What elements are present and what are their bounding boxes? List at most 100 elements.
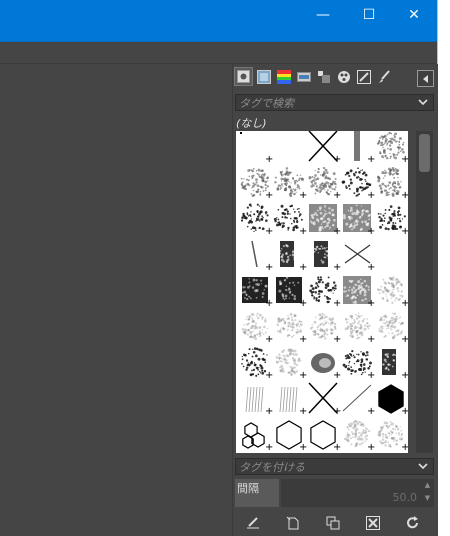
brush-grid-scrollbar[interactable] xyxy=(416,131,433,453)
brush-thumbnail[interactable]: + xyxy=(379,385,408,417)
svg-text:+: + xyxy=(333,298,341,309)
minimize-button[interactable]: — xyxy=(300,0,346,30)
new-brush-icon xyxy=(286,516,300,530)
svg-text:+: + xyxy=(265,370,273,381)
brush-thumbnail[interactable]: + xyxy=(343,385,375,417)
assign-tag-field[interactable]: タグを付ける xyxy=(235,458,434,475)
brush-thumbnail[interactable]: + xyxy=(276,313,307,345)
brush-thumbnail[interactable]: + xyxy=(274,167,307,201)
triangle-left-icon xyxy=(422,75,430,83)
brush-actions-bar xyxy=(233,510,438,536)
dock-menu-button[interactable] xyxy=(417,70,434,87)
gradients-icon xyxy=(277,70,291,84)
brush-thumbnail[interactable]: + xyxy=(276,348,308,381)
brush-thumbnail[interactable]: + xyxy=(314,241,342,273)
brush-thumbnail[interactable]: + xyxy=(378,421,408,453)
paint-dynamics-tab[interactable] xyxy=(355,68,372,85)
brush-thumbnail[interactable]: + xyxy=(343,204,375,237)
brush-thumbnail[interactable]: + xyxy=(311,421,341,453)
brush-thumbnail[interactable]: + xyxy=(242,277,274,309)
brush-thumbnail[interactable]: + xyxy=(280,387,307,417)
brush-thumbnail[interactable]: + xyxy=(354,131,375,165)
svg-text:+: + xyxy=(333,226,341,237)
patterns-tab[interactable] xyxy=(255,68,272,85)
brush-thumbnail[interactable]: + xyxy=(278,241,307,273)
svg-text:+: + xyxy=(333,190,341,201)
brush-thumbnail[interactable]: + xyxy=(277,421,307,453)
duplicate-brush-button[interactable] xyxy=(313,510,353,536)
brush-thumbnail[interactable]: + xyxy=(377,276,408,309)
brush-thumbnail[interactable]: + xyxy=(252,241,273,273)
spacing-value[interactable]: 50.0 xyxy=(281,479,421,507)
brush-thumbnail[interactable]: + xyxy=(310,313,342,345)
brush-thumbnail[interactable]: + xyxy=(344,420,375,453)
svg-text:+: + xyxy=(401,190,408,201)
spacing-label: 間隔 xyxy=(235,479,279,507)
brush-thumbnail[interactable]: + xyxy=(377,132,408,165)
brush-thumbnail[interactable]: + xyxy=(309,204,341,237)
brush-thumbnail[interactable]: + xyxy=(241,168,274,201)
brush-thumbnail[interactable]: + xyxy=(378,312,408,345)
svg-text:+: + xyxy=(401,370,408,381)
new-brush-button[interactable] xyxy=(273,510,313,536)
maximize-button[interactable]: ☐ xyxy=(346,0,392,30)
svg-text:+: + xyxy=(401,226,408,237)
refresh-brushes-button[interactable] xyxy=(393,510,433,536)
brush-thumbnail[interactable]: + xyxy=(343,276,375,309)
image-canvas-area[interactable] xyxy=(0,64,232,536)
svg-text:+: + xyxy=(299,334,307,345)
close-icon: ✕ xyxy=(408,7,420,23)
brush-thumbnail[interactable]: + xyxy=(342,167,376,201)
patterns-icon xyxy=(257,70,271,84)
tag-search-field[interactable]: タグで検索 xyxy=(235,94,434,111)
svg-text:+: + xyxy=(367,262,375,273)
svg-text:+: + xyxy=(333,334,341,345)
scrollbar-thumb[interactable] xyxy=(419,134,430,172)
brush-thumbnail[interactable]: + xyxy=(241,347,273,381)
brush-thumbnail[interactable]: + xyxy=(309,383,341,417)
brush-thumbnail[interactable]: + xyxy=(246,387,273,417)
svg-text:+: + xyxy=(265,442,273,453)
brush-thumbnail[interactable]: + xyxy=(345,313,376,345)
brush-thumbnail[interactable]: + xyxy=(378,205,408,237)
brush-thumbnail[interactable]: + xyxy=(382,349,408,381)
mypaint-brushes-tab[interactable] xyxy=(375,68,392,85)
brushes-dock-panel: タグで検索 (なし) + + + + + + + + + + + + + + + + + + + + + + + + + + + + +… xyxy=(232,64,438,536)
svg-text:+: + xyxy=(299,298,307,309)
brush-thumbnail[interactable]: + xyxy=(345,245,375,273)
brush-thumbnail[interactable]: + xyxy=(243,423,274,453)
brush-thumbnail[interactable]: + xyxy=(309,167,342,201)
palettes-icon xyxy=(297,70,311,84)
brush-thumbnail[interactable]: + xyxy=(311,353,341,381)
brush-thumbnail[interactable]: + xyxy=(242,313,274,345)
svg-text:+: + xyxy=(367,406,375,417)
brushes-tab[interactable] xyxy=(235,68,252,85)
spacing-control[interactable]: 間隔 50.0 ▲ ▼ xyxy=(235,479,434,507)
dock-tab-bar xyxy=(235,68,392,88)
brush-thumbnail[interactable]: + xyxy=(240,132,273,165)
svg-text:+: + xyxy=(401,334,408,345)
svg-text:+: + xyxy=(367,370,375,381)
chevron-down-icon[interactable] xyxy=(418,97,428,107)
brush-thumbnail[interactable]: + xyxy=(343,350,376,381)
brush-thumbnail[interactable]: + xyxy=(276,277,307,309)
edit-brush-button[interactable] xyxy=(233,510,273,536)
svg-text:+: + xyxy=(401,442,408,453)
tool-presets-tab[interactable] xyxy=(335,68,352,85)
fonts-tab[interactable] xyxy=(315,68,332,85)
palettes-tab[interactable] xyxy=(295,68,312,85)
brush-thumbnail[interactable]: + xyxy=(377,167,408,201)
svg-text:+: + xyxy=(333,406,341,417)
brush-thumbnail[interactable]: + xyxy=(274,205,308,237)
delete-brush-button[interactable] xyxy=(353,510,393,536)
svg-text:+: + xyxy=(401,298,408,309)
close-button[interactable]: ✕ xyxy=(391,0,437,30)
brush-thumbnail[interactable]: + xyxy=(309,276,341,309)
brush-grid[interactable]: + + + + + + + + + + + + + + + + + + + + + + + + + + + + + + + + + + + + + + + +… xyxy=(236,131,408,453)
brush-thumbnail[interactable]: + xyxy=(309,131,341,165)
brush-thumbnail[interactable]: + xyxy=(241,204,273,237)
svg-text:+: + xyxy=(299,370,307,381)
chevron-down-icon[interactable] xyxy=(418,461,428,471)
gradients-tab[interactable] xyxy=(275,68,292,85)
spacing-spinner[interactable]: ▲ ▼ xyxy=(421,479,434,507)
